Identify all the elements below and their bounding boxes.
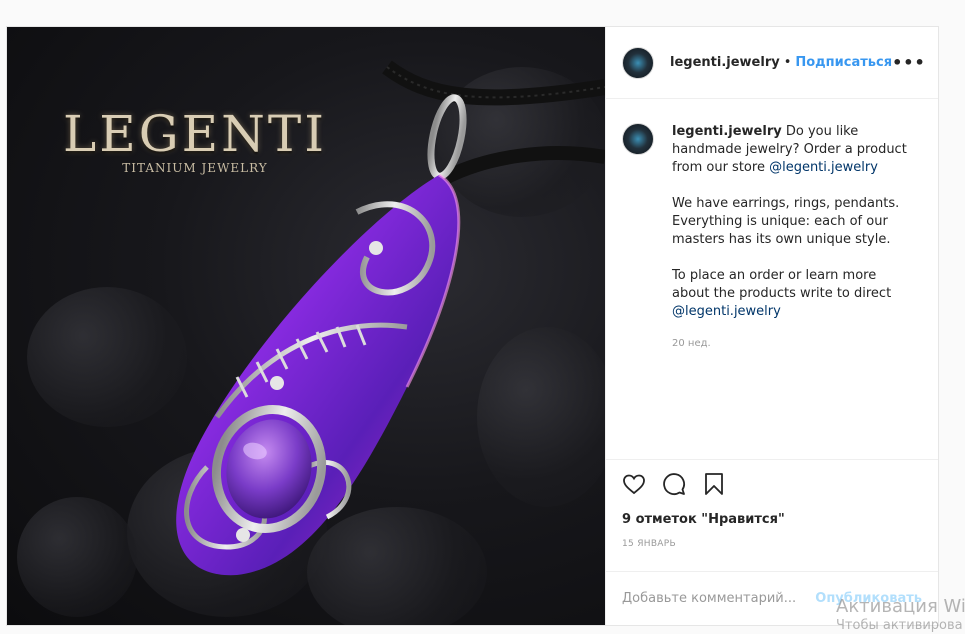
post-image[interactable]: LEGENTI TITANIUM JEWELRY	[7, 27, 605, 625]
caption-avatar[interactable]	[622, 123, 654, 155]
caption-username[interactable]: legenti.jewelry	[672, 124, 782, 139]
comment-input[interactable]	[622, 591, 816, 606]
post-card: LEGENTI TITANIUM JEWELRY legenti.jewelry…	[6, 26, 939, 626]
likes-count[interactable]: 9 отметок "Нравится"	[622, 512, 922, 527]
caption-text-3: To place an order or learn more about th…	[672, 268, 892, 301]
heart-icon[interactable]	[622, 472, 646, 496]
bookmark-icon[interactable]	[702, 472, 726, 496]
more-options-icon[interactable]: •••	[892, 53, 926, 72]
caption: legenti.jewelry Do you like handmade jew…	[672, 123, 910, 459]
avatar[interactable]	[622, 46, 654, 79]
post-sidebar: legenti.jewelry • Подписаться ••• legent…	[605, 27, 938, 625]
caption-text-3-wrap: To place an order or learn more about th…	[672, 267, 910, 321]
post-date[interactable]: 15 ЯНВАРЬ	[622, 539, 922, 549]
action-icons	[622, 470, 922, 498]
add-comment-bar: Опубликовать	[606, 571, 938, 625]
caption-time[interactable]: 20 нед.	[672, 335, 910, 353]
header-username[interactable]: legenti.jewelry	[670, 55, 780, 70]
brand-logo: LEGENTI TITANIUM JEWELRY	[63, 105, 327, 175]
publish-button[interactable]: Опубликовать	[815, 591, 922, 606]
caption-mention-1[interactable]: @legenti.jewelry	[769, 160, 878, 175]
follow-button[interactable]: Подписаться	[795, 55, 892, 70]
post-header: legenti.jewelry • Подписаться •••	[606, 27, 938, 99]
header-separator: •	[783, 55, 792, 70]
caption-text-2: We have earrings, rings, pendants. Every…	[672, 196, 900, 247]
caption-mention-2[interactable]: @legenti.jewelry	[672, 304, 781, 319]
post-actions: 9 отметок "Нравится" 15 ЯНВАРЬ	[606, 459, 938, 571]
comments-section: legenti.jewelry Do you like handmade jew…	[606, 99, 938, 459]
brand-subtitle: TITANIUM JEWELRY	[122, 161, 268, 175]
brand-title: LEGENTI	[63, 105, 327, 163]
comment-icon[interactable]	[662, 472, 686, 496]
